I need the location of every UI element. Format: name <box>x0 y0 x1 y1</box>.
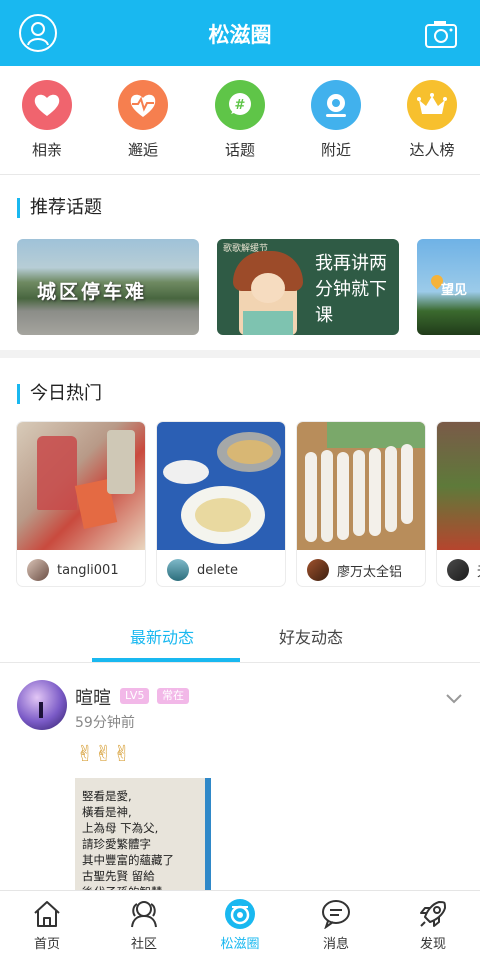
crown-icon <box>407 80 457 130</box>
post-image-line: 請珍愛繁體字 <box>82 837 151 851</box>
nav-community[interactable]: 社区 <box>109 897 179 952</box>
nav-songzi-circle[interactable]: 松滋圈 <box>205 897 275 952</box>
divider <box>0 174 480 175</box>
avatar <box>307 559 329 581</box>
camera-icon[interactable] <box>424 18 458 50</box>
heart-icon <box>22 80 72 130</box>
post-time: 59分钟前 <box>75 715 135 731</box>
post-text: ✌✌✌ <box>76 742 132 767</box>
top-bar: 松滋圈 <box>0 0 480 66</box>
category-topics[interactable]: # 话题 <box>205 80 275 160</box>
tab-indicator <box>92 658 240 662</box>
illustration <box>233 251 303 335</box>
svg-text:#: # <box>235 98 246 113</box>
community-icon <box>109 897 179 931</box>
category-leaderboard[interactable]: 达人榜 <box>397 80 467 160</box>
category-dating[interactable]: 相亲 <box>12 80 82 160</box>
post-image-line: 橫看是神, <box>82 805 132 819</box>
hot-card[interactable]: delete <box>157 422 285 586</box>
page-title: 松滋圈 <box>208 23 272 47</box>
hot-card[interactable]: tangli001 <box>17 422 145 586</box>
bottom-nav: 首页 社区 松滋圈 消息 发现 <box>0 890 480 961</box>
section-divider <box>0 350 480 358</box>
home-icon <box>12 897 82 931</box>
avatar <box>447 559 469 581</box>
nav-discover[interactable]: 发现 <box>398 897 468 952</box>
topic-card[interactable]: 望见 <box>417 239 480 335</box>
tab-latest[interactable]: 最新动态 <box>130 624 194 648</box>
nav-messages[interactable]: 消息 <box>301 897 371 952</box>
hot-card[interactable]: 廖万太全铝 <box>297 422 425 586</box>
hot-card-image <box>157 422 285 550</box>
avatar[interactable] <box>17 680 67 730</box>
hot-card[interactable]: 无 <box>437 422 480 586</box>
avatar <box>167 559 189 581</box>
hot-card-user: delete <box>197 562 238 578</box>
topic-card-text: 望见 <box>441 283 468 298</box>
status-badge: 常在 <box>157 688 189 704</box>
category-nearby[interactable]: 附近 <box>301 80 371 160</box>
songzi-circle-icon <box>205 897 275 931</box>
recommended-title: 推荐话题 <box>17 198 102 218</box>
topic-card[interactable]: 城区停车难 <box>17 239 199 335</box>
rocket-icon <box>398 897 468 931</box>
post-image-line: 竪看是愛, <box>82 789 132 803</box>
category-encounter[interactable]: 邂逅 <box>108 80 178 160</box>
avatar <box>27 559 49 581</box>
post-image-line: 古聖先賢 留給 <box>82 869 155 883</box>
feed-tabs: 最新动态 好友动态 <box>0 612 480 663</box>
heartbeat-icon <box>118 80 168 130</box>
post-author[interactable]: 暄暄 <box>75 684 111 710</box>
hot-card-user: 廖万太全铝 <box>337 564 403 580</box>
topic-card-text: 我再讲两分钟就下课 <box>315 253 387 326</box>
level-badge: LV5 <box>120 688 150 704</box>
post-image-text: 竪看是愛,橫看是神,上為母 下為父,請珍愛繁體字其中豐富的蘊藏了古聖先賢 留給後… <box>82 788 174 898</box>
hashtag-bubble-icon: # <box>215 80 265 130</box>
hot-card-image <box>17 422 145 550</box>
hot-card-image <box>297 422 425 550</box>
hot-card-image <box>437 422 480 550</box>
hot-title: 今日热门 <box>17 384 102 404</box>
topic-card-text: 城区停车难 <box>37 281 148 303</box>
tab-friends[interactable]: 好友动态 <box>279 624 343 648</box>
post-image[interactable]: 竪看是愛,橫看是神,上為母 下為父,請珍愛繁體字其中豐富的蘊藏了古聖先賢 留給後… <box>75 778 211 898</box>
post-image-line: 上為母 下為父, <box>82 821 159 835</box>
nav-home[interactable]: 首页 <box>12 897 82 952</box>
chevron-down-icon[interactable] <box>446 694 462 704</box>
chat-bubble-icon <box>301 897 371 931</box>
category-row: 相亲 邂逅 # 话题 附近 达人榜 <box>0 66 480 174</box>
location-icon <box>311 80 361 130</box>
hot-card-user: tangli001 <box>57 562 119 578</box>
topic-card[interactable]: 歌歌解缓节 我再讲两分钟就下课 <box>217 239 399 335</box>
post-image-line: 其中豐富的蘊藏了 <box>82 853 174 867</box>
